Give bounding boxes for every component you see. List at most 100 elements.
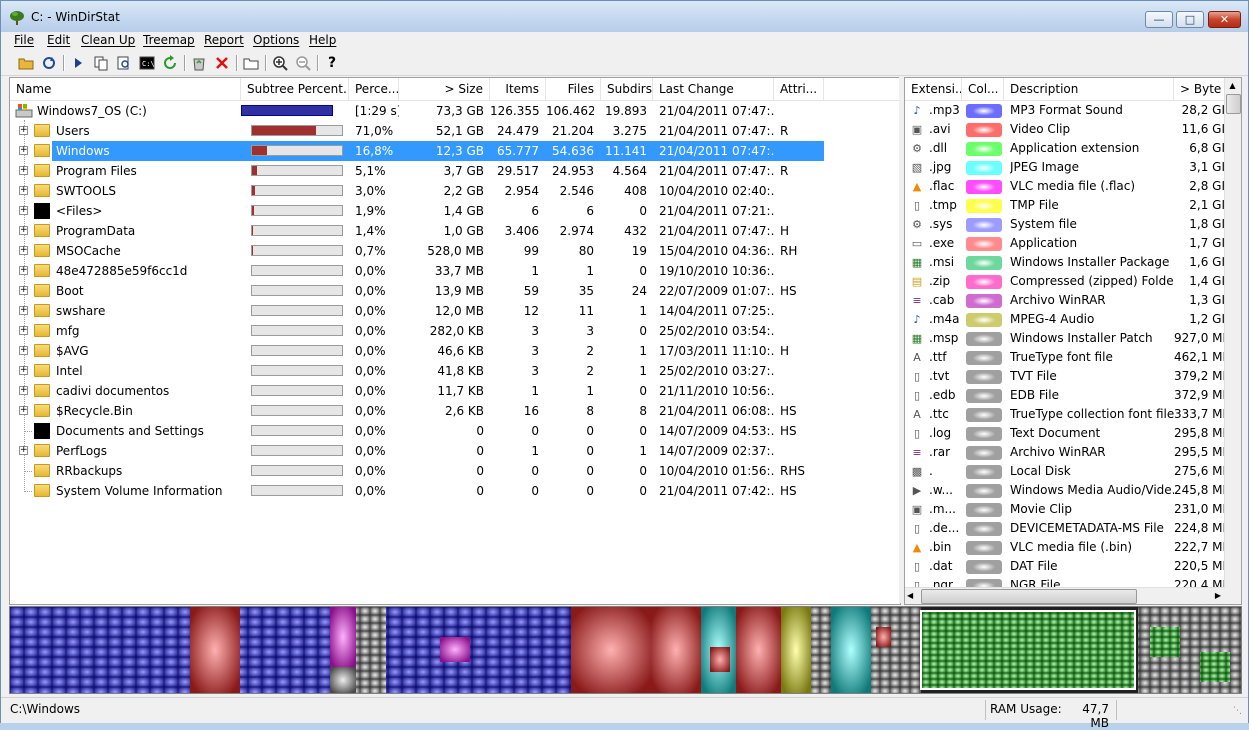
extension-row[interactable]: ▧ .jpg JPEG Image 3,1 GI [905,158,1225,177]
tree-row[interactable]: + cadivi documentos 0,0% 11,7 KB 1 1 0 21/11/20… [10,381,900,401]
menu-edit[interactable]: Edit [47,33,70,47]
close-button[interactable]: ✕ [1208,11,1241,28]
extension-row[interactable]: ▲ .bin VLC media file (.bin) 222,7 MI [905,538,1225,557]
resize-grip-icon[interactable]: ⋱ [1233,706,1242,716]
find-icon[interactable] [115,54,133,72]
col-extension[interactable]: Extensi... [905,78,962,100]
extension-row[interactable]: ▯ .edb EDB File 372,9 MI [905,386,1225,405]
menu-options[interactable]: Options [253,33,299,47]
extension-row[interactable]: ♪ .mp3 MP3 Format Sound 28,2 GI [905,101,1225,120]
col-attributes[interactable]: Attri... [774,78,824,100]
col-name[interactable]: Name [10,78,241,100]
tree-row-name[interactable]: Documents and Settings [52,421,246,441]
col-description[interactable]: Description [1004,78,1174,100]
extension-row[interactable]: ▣ .m... Movie Clip 231,0 MI [905,500,1225,519]
extension-row[interactable]: ▲ .flac VLC media file (.flac) 2,8 GI [905,177,1225,196]
tree-row-name[interactable]: ProgramData [52,221,246,241]
expand-icon[interactable]: + [19,186,28,195]
minimize-button[interactable]: — [1145,11,1173,28]
extension-row[interactable]: ♪ .m4a MPEG-4 Audio 1,2 GI [905,310,1225,329]
tree-row-name[interactable]: Intel [52,361,246,381]
col-items[interactable]: Items [490,78,546,100]
tree-row-name[interactable]: <Files> [52,201,246,221]
play-icon[interactable] [69,54,87,72]
tree-row-name[interactable]: Program Files [52,161,246,181]
col-size[interactable]: > Size [399,78,490,100]
extension-row[interactable]: ▯ .tmp TMP File 2,1 GI [905,196,1225,215]
tree-row-name[interactable]: Boot [52,281,246,301]
tree-row-name[interactable]: System Volume Information [52,481,246,501]
expand-icon[interactable]: + [19,166,28,175]
extension-row[interactable]: ≡ .rar Archivo WinRAR 295,5 MI [905,443,1225,462]
tree-row[interactable]: System Volume Information 0,0% 0 0 0 0 21/04/2… [10,481,900,501]
extension-row[interactable]: A .ttc TrueType collection font file 333,7 … [905,405,1225,424]
refresh-icon[interactable] [40,54,58,72]
tree-row[interactable]: + $Recycle.Bin 0,0% 2,6 KB 16 8 8 21/04/2011 06… [10,401,900,421]
help-icon[interactable]: ? [323,54,341,72]
expand-icon[interactable]: + [19,386,28,395]
tree-row[interactable]: + Program Files 5,1% 3,7 GB 29.517 24.953 4.56… [10,161,900,181]
copy-icon[interactable] [92,54,110,72]
expand-icon[interactable]: + [19,306,28,315]
menu-treemap[interactable]: Treemap [143,33,195,47]
expand-icon[interactable]: + [19,446,28,455]
extension-row[interactable]: ▯ .tvt TVT File 379,2 MI [905,367,1225,386]
extension-row[interactable]: ▯ .dat DAT File 220,5 MI [905,557,1225,576]
col-bytes[interactable]: > Byte [1174,78,1225,100]
tree-row-name[interactable]: MSOCache [52,241,246,261]
treemap-view[interactable] [9,606,1242,694]
expand-icon[interactable]: + [19,346,28,355]
extension-row[interactable]: A .ttf TrueType font file 462,1 MI [905,348,1225,367]
ext-vertical-scrollbar[interactable]: ▲ [1224,78,1241,604]
treemap-graphic[interactable] [10,607,1241,693]
zoom-out-icon[interactable] [294,54,312,72]
extension-row[interactable]: ▯ .de... DEVICEMETADATA-MS File 224,8 MI [905,519,1225,538]
extension-row[interactable]: ▦ .msi Windows Installer Package 1,6 GI [905,253,1225,272]
tree-row[interactable]: + Users 71,0% 52,1 GB 24.479 21.204 3.275 21/04… [10,121,900,141]
tree-row-name[interactable]: Windows7_OS (C:) [37,101,237,121]
tree-row-name[interactable]: Users [52,121,246,141]
ext-vscroll-thumb[interactable] [1226,94,1241,114]
expand-icon[interactable]: + [19,326,28,335]
expand-icon[interactable]: + [19,366,28,375]
tree-row-name[interactable]: $Recycle.Bin [52,401,246,421]
tree-row[interactable]: + swshare 0,0% 12,0 MB 12 11 1 14/04/2011 07:25… [10,301,900,321]
ext-horizontal-scrollbar[interactable]: ◀ ▶ [905,587,1225,604]
recycle-icon[interactable] [190,54,208,72]
extension-row[interactable]: ⚙ .sys System file 1,8 GI [905,215,1225,234]
expand-icon[interactable]: + [19,206,28,215]
tree-row[interactable]: + <Files> 1,9% 1,4 GB 6 6 0 21/04/2011 07:21:..… [10,201,900,221]
expand-icon[interactable]: + [19,146,28,155]
tree-row[interactable]: RRbackups 0,0% 0 0 0 0 10/04/2010 01:56:... RHS [10,461,900,481]
tree-row-name[interactable]: Windows [52,141,246,161]
tree-row[interactable]: + mfg 0,0% 282,0 KB 3 3 0 25/02/2010 03:54:... [10,321,900,341]
menu-file[interactable]: File [14,33,34,47]
extension-row[interactable]: ▦ .msp Windows Installer Patch 927,0 MI [905,329,1225,348]
expand-icon[interactable]: + [19,266,28,275]
extension-row[interactable]: ▤ .zip Compressed (zipped) Folder 1,4 GI [905,272,1225,291]
extension-row[interactable]: ▣ .avi Video Clip 11,6 GI [905,120,1225,139]
maximize-button[interactable]: □ [1176,11,1204,28]
tree-row[interactable]: + ProgramData 1,4% 1,0 GB 3.406 2.974 432 21/04… [10,221,900,241]
col-subtree-percent[interactable]: Subtree Percent... [241,78,349,100]
tree-row[interactable]: + SWTOOLS 3,0% 2,2 GB 2.954 2.546 408 10/04/201… [10,181,900,201]
menu-help[interactable]: Help [309,33,336,47]
tree-row-name[interactable]: SWTOOLS [52,181,246,201]
menu-clean-up[interactable]: Clean Up [81,33,135,47]
tree-row[interactable]: + MSOCache 0,7% 528,0 MB 99 80 19 15/04/2010 04… [10,241,900,261]
tree-row[interactable]: + $AVG 0,0% 46,6 KB 3 2 1 17/03/2011 11:10:... H [10,341,900,361]
expand-icon[interactable]: + [19,286,28,295]
tree-row[interactable]: +48e472885e59f6cc1d 0,0% 33,7 MB 1 1 0 19/10/2… [10,261,900,281]
tree-row[interactable]: Windows7_OS (C:) [1:29 s] 73,3 GB 126.355 10… [10,101,900,121]
col-last-change[interactable]: Last Change [653,78,774,100]
extension-row[interactable]: ≡ .cab Archivo WinRAR 1,3 GI [905,291,1225,310]
delete-icon[interactable] [213,54,231,72]
tree-row-name[interactable]: RRbackups [52,461,246,481]
command-prompt-icon[interactable]: C:\ [138,54,156,72]
extension-row[interactable]: ▯ .log Text Document 295,8 MI [905,424,1225,443]
expand-icon[interactable]: + [19,226,28,235]
tree-row[interactable]: Documents and Settings 0,0% 0 0 0 0 14/07/2009… [10,421,900,441]
extension-row[interactable]: ▩. Local Disk 275,6 MI [905,462,1225,481]
col-percent[interactable]: Perce... [349,78,399,100]
tree-row[interactable]: + Intel 0,0% 41,8 KB 3 2 1 25/02/2010 03:27:... [10,361,900,381]
